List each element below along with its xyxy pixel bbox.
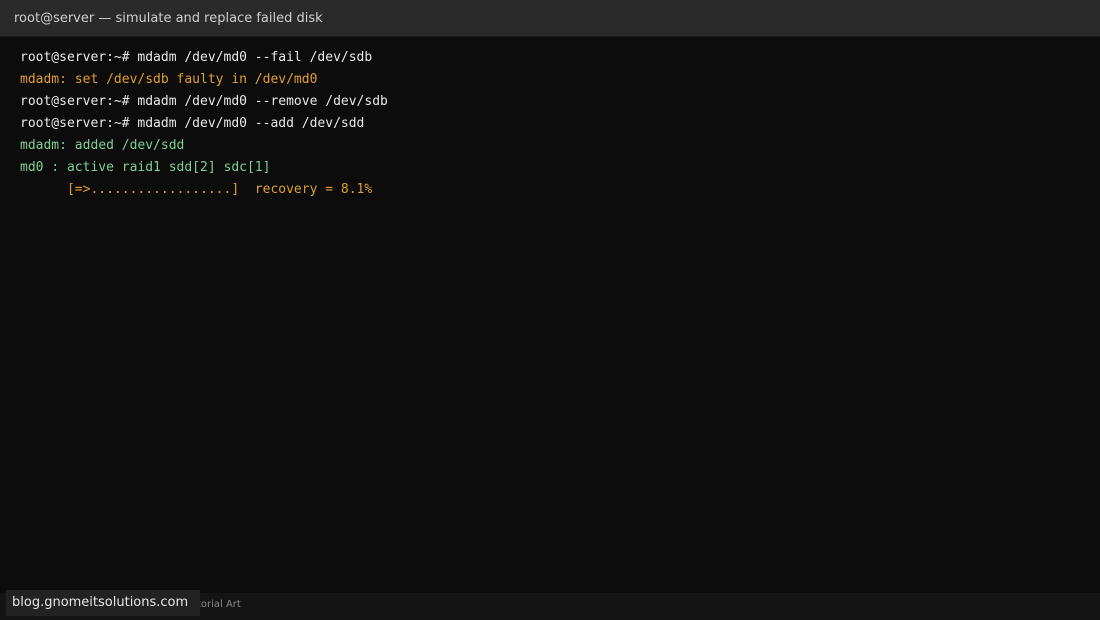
terminal-output[interactable]: root@server:~# mdadm /dev/md0 --fail /de… <box>0 37 1100 593</box>
window-titlebar[interactable]: root@server — simulate and replace faile… <box>0 0 1100 37</box>
terminal-line-faulty-message: mdadm: set /dev/sdb faulty in /dev/md0 <box>20 72 318 87</box>
window-title: root@server — simulate and replace faile… <box>14 11 323 26</box>
terminal-line-command-fail: root@server:~# mdadm /dev/md0 --fail /de… <box>20 50 373 65</box>
terminal-line-array-status: md0 : active raid1 sdd[2] sdc[1] <box>20 160 271 175</box>
terminal-line-command-add: root@server:~# mdadm /dev/md0 --add /dev… <box>20 116 365 131</box>
terminal-line-command-remove: root@server:~# mdadm /dev/md0 --remove /… <box>20 94 388 109</box>
watermark: blog.gnomeitsolutions.com <box>6 590 200 616</box>
terminal-line-added-message: mdadm: added /dev/sdd <box>20 138 185 153</box>
watermark-text: blog.gnomeitsolutions.com <box>12 595 189 610</box>
terminal-line-recovery-progress: [=>..................] recovery = 8.1% <box>20 182 373 197</box>
